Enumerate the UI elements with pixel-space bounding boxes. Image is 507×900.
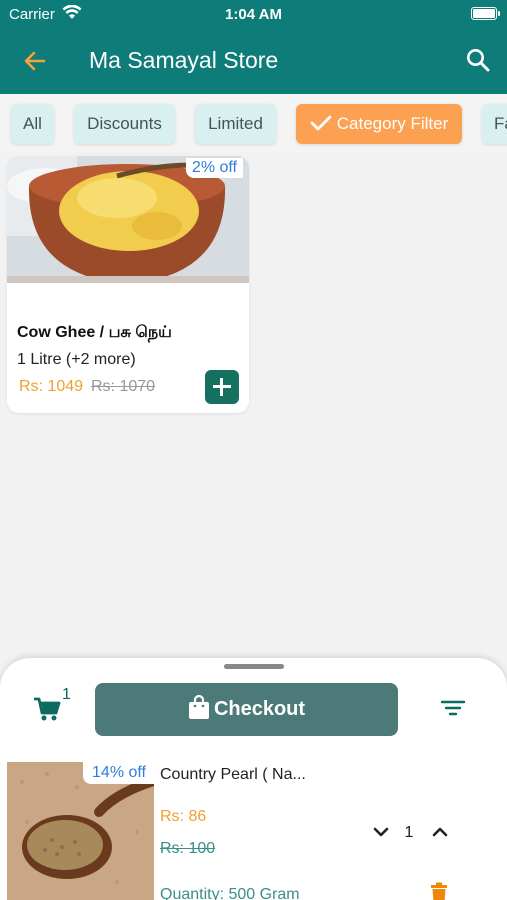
check-icon (310, 115, 332, 130)
product-old-price: Rs: 1070 (91, 378, 156, 395)
add-to-cart-button[interactable] (205, 370, 239, 404)
battery-icon (471, 7, 500, 20)
product-variant[interactable]: 1 Litre (+2 more) (17, 351, 136, 369)
discount-badge: 2% off (185, 158, 243, 178)
cart-item-old-price: Rs: 100 (160, 840, 216, 857)
chip-fa[interactable]: Fa (482, 104, 507, 144)
cart-item: 14% off Country Pearl ( Na... Rs: 86 Rs:… (7, 762, 507, 900)
cart-item-name: Country Pearl ( Na... (160, 766, 306, 783)
product-card[interactable]: 2% off Cow Ghee / பசு நெய் 1 Litre (+2 m… (7, 156, 249, 413)
chip-category-filter[interactable]: Category Filter (296, 104, 462, 144)
cart-item-quantity-label: Quantity: 500 Gram (160, 886, 300, 900)
search-icon[interactable] (465, 47, 491, 73)
cart-count: 1 (62, 686, 71, 703)
chip-category-filter-label: Category Filter (336, 114, 449, 133)
filter-chip-row: All Discounts Limited Category Filter Fa (0, 94, 507, 152)
chip-discounts[interactable]: Discounts (74, 104, 175, 144)
checkout-label: Checkout (213, 698, 306, 720)
chip-all[interactable]: All (11, 104, 54, 144)
clock: 1:04 AM (225, 6, 282, 23)
back-arrow-icon[interactable] (22, 48, 48, 74)
checkout-button[interactable]: Checkout (95, 683, 398, 736)
cart-item-quantity: 1 (404, 824, 414, 841)
cart-item-discount-badge: 14% off (83, 762, 155, 784)
shopping-bag-icon (188, 695, 209, 720)
sheet-drag-handle[interactable] (224, 664, 284, 669)
app-bar: Ma Samayal Store (0, 28, 507, 94)
cart-item-price: Rs: 86 (160, 808, 207, 825)
chevron-down-icon[interactable] (372, 825, 390, 839)
trash-icon[interactable] (430, 882, 448, 900)
status-bar: Carrier 1:04 AM (0, 0, 507, 28)
cart-bottom-sheet: 1 Checkout 14% off Country Pearl (Na...… (0, 658, 507, 900)
chevron-up-icon[interactable] (431, 825, 449, 839)
store-title: Ma Samayal Store (89, 47, 279, 73)
filter-icon[interactable] (440, 698, 466, 718)
product-name: Cow Ghee / பசு நெய் (17, 324, 172, 341)
product-price: Rs: 1049 (19, 378, 84, 395)
cart-icon[interactable] (33, 696, 61, 722)
chip-limited[interactable]: Limited (195, 104, 276, 144)
